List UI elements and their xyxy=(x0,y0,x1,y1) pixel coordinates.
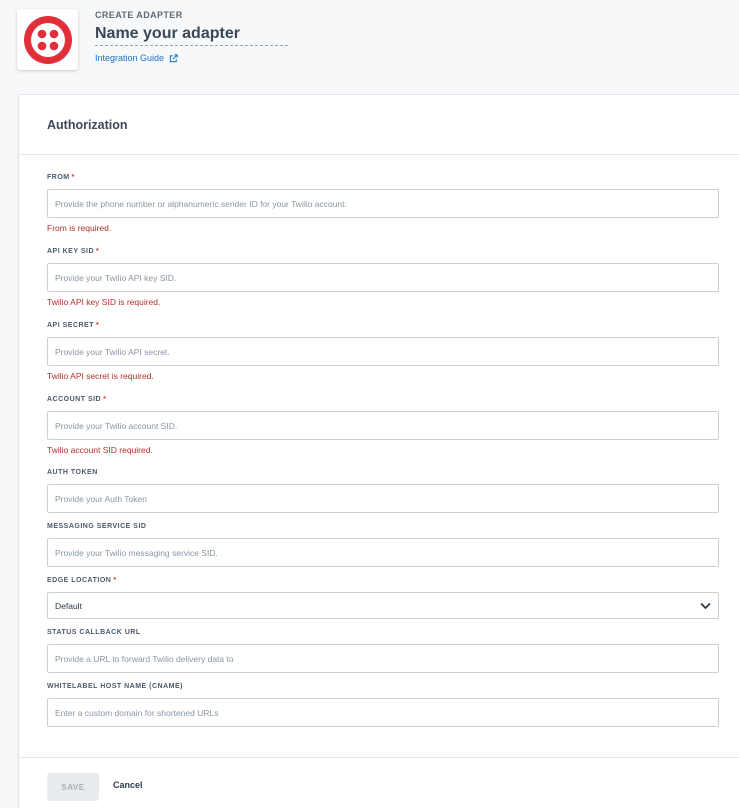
card-title: Authorization xyxy=(47,117,128,132)
edge-location-field: EDGE LOCATION * Default xyxy=(47,577,719,619)
api-key-sid-error: Twilio API key SID is required. xyxy=(47,297,161,307)
card-footer: SAVE Cancel xyxy=(19,757,739,808)
whitelabel-host-input[interactable]: Enter a custom domain for shortened URLs xyxy=(47,698,719,727)
messaging-service-sid-field: MESSAGING SERVICE SID Provide your Twili… xyxy=(47,523,719,567)
cancel-button[interactable]: Cancel xyxy=(113,780,143,790)
status-callback-url-label: STATUS CALLBACK URL xyxy=(47,629,141,636)
integration-guide-label: Integration Guide xyxy=(95,53,165,63)
api-key-sid-input[interactable]: Provide your Twilio API key SID. xyxy=(47,263,719,292)
account-sid-label: ACCOUNT SID * xyxy=(47,396,107,403)
adapter-logo xyxy=(17,9,78,70)
account-sid-error: Twilio account SID required. xyxy=(47,445,153,455)
api-secret-error: Twilio API secret is required. xyxy=(47,371,154,381)
api-key-sid-label: API KEY SID * xyxy=(47,248,100,255)
from-field: FROM * Provide the phone number or alphan… xyxy=(47,174,719,233)
twilio-logo-icon xyxy=(23,15,72,64)
messaging-service-sid-input[interactable]: Provide your Twilio messaging service SI… xyxy=(47,538,719,567)
from-label: FROM * xyxy=(47,174,75,181)
edge-location-value: Default xyxy=(55,600,82,611)
adapter-name-input[interactable]: Name your adapter xyxy=(95,25,288,46)
required-marker: * xyxy=(96,322,100,329)
save-button[interactable]: SAVE xyxy=(47,773,99,801)
whitelabel-host-label: WHITELABEL HOST NAME (CNAME) xyxy=(47,683,183,690)
auth-token-label: AUTH TOKEN xyxy=(47,469,98,476)
edge-location-select[interactable]: Default xyxy=(47,592,719,619)
required-marker: * xyxy=(113,577,117,584)
from-error: From is required. xyxy=(47,223,112,233)
card-header: Authorization xyxy=(19,95,739,155)
auth-token-input[interactable]: Provide your Auth Token xyxy=(47,484,719,513)
from-input[interactable]: Provide the phone number or alphanumeric… xyxy=(47,189,719,218)
auth-token-field: AUTH TOKEN Provide your Auth Token xyxy=(47,469,719,513)
integration-guide-link[interactable]: Integration Guide xyxy=(95,53,288,63)
account-sid-input[interactable]: Provide your Twilio account SID. xyxy=(47,411,719,440)
required-marker: * xyxy=(103,396,107,403)
required-marker: * xyxy=(96,248,100,255)
authorization-card: Authorization FROM * Provide the phone nu… xyxy=(18,94,739,808)
status-callback-url-input[interactable]: Provide a URL to forward Twilio delivery… xyxy=(47,644,719,673)
edge-location-label: EDGE LOCATION * xyxy=(47,577,117,584)
messaging-service-sid-label: MESSAGING SERVICE SID xyxy=(47,523,147,530)
account-sid-field: ACCOUNT SID * Provide your Twilio account… xyxy=(47,396,719,455)
api-key-sid-field: API KEY SID * Provide your Twilio API key… xyxy=(47,248,719,307)
create-adapter-label: CREATE ADAPTER xyxy=(95,10,183,20)
chevron-down-icon xyxy=(700,602,711,609)
api-secret-label: API SECRET * xyxy=(47,322,100,329)
api-secret-field: API SECRET * Provide your Twilio API secr… xyxy=(47,322,719,381)
api-secret-input[interactable]: Provide your Twilio API secret. xyxy=(47,337,719,366)
external-link-icon xyxy=(169,53,178,62)
status-callback-url-field: STATUS CALLBACK URL Provide a URL to for… xyxy=(47,629,719,673)
adapter-header: CREATE ADAPTER Name your adapter Integra… xyxy=(95,10,288,63)
required-marker: * xyxy=(71,174,75,181)
whitelabel-host-field: WHITELABEL HOST NAME (CNAME) Enter a cus… xyxy=(47,683,719,727)
